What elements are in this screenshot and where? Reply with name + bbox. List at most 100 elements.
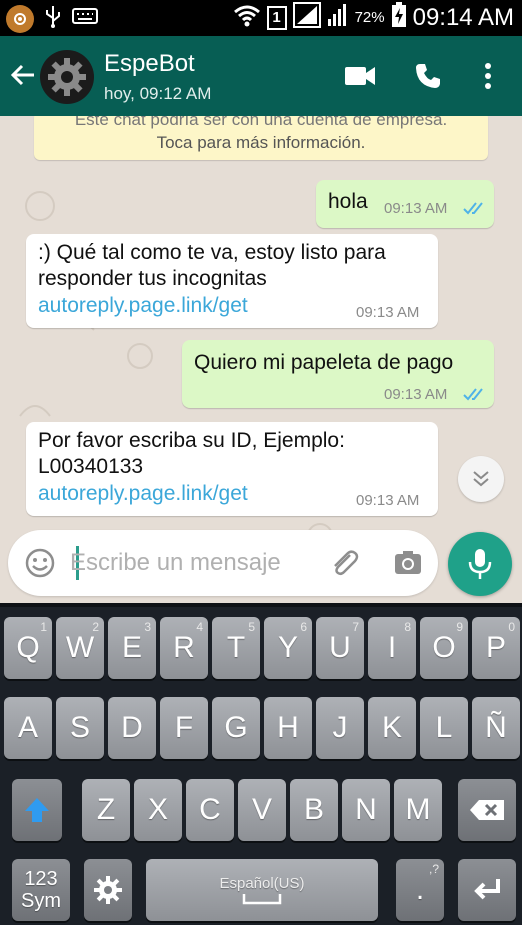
message-time: 09:13 AM (384, 386, 448, 403)
key-x[interactable]: X (134, 779, 182, 841)
usb-icon (44, 4, 62, 33)
period-key-sub: ,? (428, 862, 439, 876)
key-z[interactable]: Z (82, 779, 130, 841)
key-v[interactable]: V (238, 779, 286, 841)
key-l[interactable]: L (420, 697, 468, 759)
avatar[interactable] (40, 50, 94, 104)
shift-key[interactable] (12, 779, 62, 841)
key-secondary-label: 0 (508, 620, 515, 634)
key-label: O (432, 631, 456, 664)
clock: 09:14 AM (412, 3, 514, 31)
chat-header: EspeBot hoy, 09:12 AM (0, 36, 522, 116)
key-s[interactable]: S (56, 697, 104, 759)
key-g[interactable]: G (212, 697, 260, 759)
key-secondary-label: 8 (404, 620, 411, 634)
battery-percent: 72% (354, 9, 385, 26)
period-key[interactable]: ,? . (396, 859, 444, 921)
key-f[interactable]: F (160, 697, 208, 759)
key-label: Y (277, 631, 298, 664)
key-o[interactable]: 9O (420, 617, 468, 679)
key-label: F (174, 711, 194, 744)
wifi-icon (233, 3, 261, 32)
settings-key[interactable] (84, 859, 132, 921)
key-w[interactable]: 2W (56, 617, 104, 679)
key-d[interactable]: D (108, 697, 156, 759)
message-bubble-outgoing[interactable]: hola 09:13 AM (316, 180, 494, 228)
contact-name[interactable]: EspeBot (104, 50, 195, 78)
key-secondary-label: 9 (456, 620, 463, 634)
key-label: I (387, 631, 397, 664)
message-link[interactable]: autoreply.page.link/get (38, 294, 248, 318)
key-b[interactable]: B (290, 779, 338, 841)
key-ñ[interactable]: Ñ (472, 697, 520, 759)
emoji-icon[interactable] (24, 547, 56, 584)
key-label: V (251, 793, 272, 826)
key-k[interactable]: K (368, 697, 416, 759)
key-i[interactable]: 8I (368, 617, 416, 679)
read-receipt-icon (463, 202, 483, 215)
key-secondary-label: 1 (40, 620, 47, 634)
message-bubble-incoming[interactable]: :) Qué tal como te va, estoy listo para … (26, 234, 438, 328)
message-text: hola (328, 190, 368, 213)
signal-icon-2 (327, 3, 349, 32)
key-q[interactable]: 1Q (4, 617, 52, 679)
key-a[interactable]: A (4, 697, 52, 759)
message-text: Quiero mi papeleta de pago (194, 351, 454, 374)
key-label: R (173, 631, 195, 664)
key-m[interactable]: M (394, 779, 442, 841)
camera-icon[interactable] (392, 547, 424, 584)
voice-call-icon[interactable] (414, 62, 442, 95)
message-input[interactable] (70, 544, 310, 582)
enter-arrow-icon (474, 879, 500, 900)
status-bar: 1 72% 09:14 AM (0, 0, 522, 36)
symbols-key[interactable]: 123 Sym (12, 859, 70, 921)
backspace-key[interactable] (458, 779, 516, 841)
enter-key[interactable] (458, 859, 516, 921)
key-secondary-label: 2 (92, 620, 99, 634)
back-arrow-icon[interactable] (8, 60, 38, 95)
key-e[interactable]: 3E (108, 617, 156, 679)
key-j[interactable]: J (316, 697, 364, 759)
notification-app-icon (6, 4, 34, 33)
scroll-to-bottom-button[interactable] (458, 456, 504, 502)
double-chevron-down-icon (473, 471, 489, 487)
voice-message-button[interactable] (448, 532, 512, 596)
more-options-icon[interactable] (478, 62, 498, 95)
key-h[interactable]: H (264, 697, 312, 759)
business-account-notice[interactable]: Este chat podría ser con una cuenta de e… (34, 116, 488, 160)
key-label: Q (16, 631, 40, 664)
message-link[interactable]: autoreply.page.link/get (38, 482, 248, 506)
backspace-icon (470, 800, 504, 820)
key-label: Ñ (485, 711, 507, 744)
key-n[interactable]: N (342, 779, 390, 841)
notice-line-1: Este chat podría ser con una cuenta de e… (74, 116, 448, 129)
key-u[interactable]: 7U (316, 617, 364, 679)
key-label: X (147, 793, 168, 826)
gear-icon (48, 58, 86, 96)
message-bubble-incoming[interactable]: Por favor escriba su ID, Ejemplo: L00340… (26, 422, 438, 516)
keyboard-notification-icon (72, 7, 98, 30)
space-key[interactable]: Español(US) (146, 859, 378, 921)
last-seen: hoy, 09:12 AM (104, 84, 212, 103)
key-label: P (485, 631, 506, 664)
message-text-line-1: Por favor escriba su ID, Ejemplo: (38, 429, 345, 452)
key-y[interactable]: 6Y (264, 617, 312, 679)
message-text-line-2: L00340133 (38, 455, 144, 478)
key-t[interactable]: 5T (212, 617, 260, 679)
key-label: M (405, 793, 431, 826)
key-c[interactable]: C (186, 779, 234, 841)
attach-icon[interactable] (328, 547, 360, 584)
message-time: 09:13 AM (356, 304, 420, 321)
key-r[interactable]: 4R (160, 617, 208, 679)
key-label: T (226, 631, 246, 664)
microphone-icon (468, 549, 492, 579)
video-call-icon[interactable] (344, 62, 376, 95)
key-p[interactable]: 0P (472, 617, 520, 679)
gear-icon (94, 876, 122, 904)
key-secondary-label: 5 (248, 620, 255, 634)
message-bubble-outgoing[interactable]: Quiero mi papeleta de pago 09:13 AM (182, 340, 494, 408)
space-key-label: Español(US) (219, 874, 305, 892)
message-composer (8, 530, 438, 596)
key-secondary-label: 3 (144, 620, 151, 634)
key-label: A (17, 711, 38, 744)
